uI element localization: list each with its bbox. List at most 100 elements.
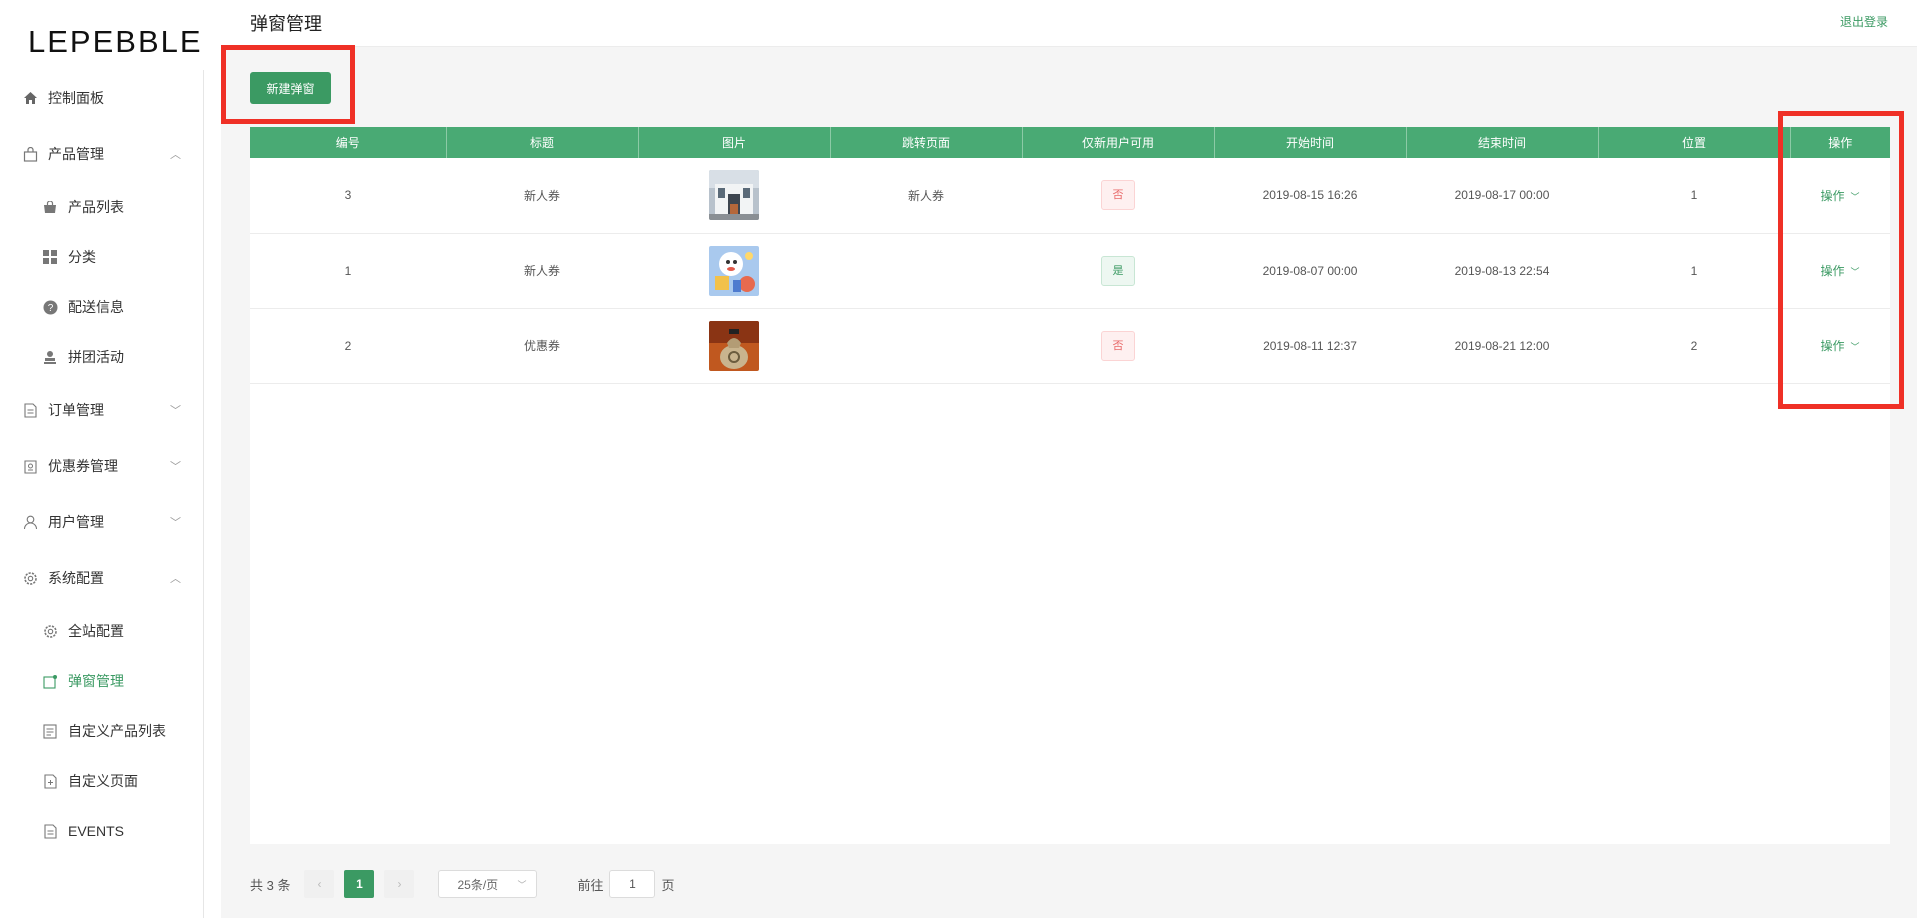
shopping-bag-icon — [42, 199, 58, 215]
column-header: 编号 — [250, 127, 447, 158]
svg-text:?: ? — [47, 303, 53, 314]
doc-icon — [42, 823, 58, 839]
sidebar-menu: 控制面板 产品管理 ︿ 产品列表 分类 ? 配送信息 拼团活动 订单管理 ﹀ 优… — [0, 70, 203, 856]
cartoon-illustration — [709, 245, 759, 296]
column-header: 图片 — [638, 127, 831, 158]
sidebar-item-label: 拼团活动 — [68, 349, 124, 365]
chevron-up-icon: ︿ — [170, 573, 181, 585]
cell-image — [638, 308, 830, 384]
cell-title: 优惠券 — [446, 308, 638, 384]
sidebar-item-label: 产品列表 — [68, 199, 124, 215]
sidebar-item-label: EVENTS — [68, 823, 125, 839]
column-header: 标题 — [446, 127, 639, 158]
sidebar-item-label: 优惠券管理 — [48, 458, 118, 474]
sidebar-item-products[interactable]: 产品管理 ︿ — [0, 126, 203, 182]
cell-start-time: 2019-08-07 00:00 — [1214, 233, 1406, 309]
cell-end-time: 2019-08-13 22:54 — [1406, 233, 1598, 309]
table-row: 2 优惠券 否 2019-08-11 12:37 2019-08-21 12:0… — [250, 308, 1890, 384]
sidebar-item-custom-page[interactable]: 自定义页面 — [0, 756, 203, 806]
jump-suffix: 页 — [661, 877, 675, 893]
building-photo — [709, 170, 759, 221]
sidebar-item-label: 订单管理 — [48, 402, 104, 418]
bag-icon — [22, 146, 38, 162]
sidebar-item-label: 全站配置 — [68, 623, 124, 639]
cell-end-time: 2019-08-21 12:00 — [1406, 308, 1598, 384]
money-bag-photo — [709, 320, 759, 371]
sidebar: LEPEBBLE 控制面板 产品管理 ︿ 产品列表 分类 ? 配送信息 拼团活动 — [0, 0, 221, 918]
home-icon — [22, 90, 38, 106]
cell-start-time: 2019-08-11 12:37 — [1214, 308, 1406, 384]
cell-target: 新人券 — [830, 158, 1022, 234]
popup-table: 编号 标题 图片 跳转页面 仅新用户可用 开始时间 结束时间 位置 操作 3 新… — [250, 127, 1890, 844]
sidebar-item-label: 用户管理 — [48, 514, 104, 530]
sidebar-item-system-config[interactable]: 系统配置 ︿ — [0, 550, 203, 606]
gear-icon — [22, 570, 38, 586]
sidebar-item-label: 分类 — [68, 249, 96, 265]
cell-title: 新人券 — [446, 233, 638, 309]
sidebar-item-site-config[interactable]: 全站配置 — [0, 606, 203, 656]
cell-position: 2 — [1598, 308, 1790, 384]
prev-page-button[interactable]: ‹ — [304, 870, 335, 898]
sidebar-item-delivery[interactable]: ? 配送信息 — [0, 282, 203, 332]
cell-new-only: 是 — [1022, 233, 1214, 309]
cell-new-only: 否 — [1022, 308, 1214, 384]
sidebar-item-events[interactable]: EVENTS — [0, 806, 203, 856]
cell-id: 1 — [250, 233, 446, 309]
cell-id: 3 — [250, 158, 446, 234]
sidebar-item-product-list[interactable]: 产品列表 — [0, 182, 203, 232]
sidebar-item-category[interactable]: 分类 — [0, 232, 203, 282]
cell-target — [830, 233, 1022, 309]
column-header: 跳转页面 — [830, 127, 1023, 158]
sidebar-item-dashboard[interactable]: 控制面板 — [0, 70, 203, 126]
cell-position: 1 — [1598, 158, 1790, 234]
page-size-select[interactable]: 25条/页 ﹀ — [438, 870, 538, 898]
sidebar-item-orders[interactable]: 订单管理 ﹀ — [0, 382, 203, 438]
sidebar-item-popup-management[interactable]: 弹窗管理 — [0, 656, 203, 706]
sidebar-item-label: 自定义产品列表 — [68, 723, 166, 739]
sidebar-item-users[interactable]: 用户管理 ﹀ — [0, 494, 203, 550]
coupon-icon — [22, 458, 38, 474]
question-circle-icon: ? — [42, 299, 58, 315]
document-icon — [22, 402, 38, 418]
table-row: 3 新人券 新人券 否 2019-08-15 16:26 2019-08-17 … — [250, 158, 1890, 234]
main-content: 新建弹窗 编号 标题 图片 跳转页面 仅新用户可用 开始时间 结束时间 位置 操… — [221, 45, 1917, 918]
page-size-value: 25条/页 — [457, 877, 499, 892]
jump-page-input[interactable] — [609, 870, 656, 898]
grid-icon — [42, 249, 58, 265]
table-row: 1 新人券 是 2019-08-07 00:00 2019-08-13 22:5… — [250, 233, 1890, 309]
sidebar-item-coupons[interactable]: 优惠券管理 ﹀ — [0, 438, 203, 494]
jump-label: 前往 — [577, 877, 604, 893]
chevron-down-icon: ﹀ — [517, 879, 527, 890]
user-icon — [22, 514, 38, 530]
cell-title: 新人券 — [446, 158, 638, 234]
pagination: 共 3 条 ‹ 1 › 25条/页 ﹀ 前往 页 — [250, 869, 675, 899]
sidebar-item-label: 配送信息 — [68, 299, 124, 315]
highlight-box-action-column — [1778, 111, 1904, 409]
sidebar-item-label: 产品管理 — [48, 146, 104, 162]
highlight-box-new-button — [221, 45, 355, 124]
chevron-up-icon: ︿ — [170, 149, 181, 161]
cell-position: 1 — [1598, 233, 1790, 309]
status-badge: 否 — [1101, 330, 1135, 361]
column-header: 位置 — [1598, 127, 1791, 158]
sidebar-item-label: 系统配置 — [48, 570, 104, 586]
cell-image — [638, 233, 830, 309]
sidebar-item-label: 控制面板 — [48, 90, 104, 106]
app-logo: LEPEBBLE — [28, 24, 203, 59]
sidebar-item-group-buy[interactable]: 拼团活动 — [0, 332, 203, 382]
cell-image — [638, 158, 830, 234]
next-page-button[interactable]: › — [384, 870, 415, 898]
column-header: 仅新用户可用 — [1022, 127, 1215, 158]
sidebar-item-custom-product-list[interactable]: 自定义产品列表 — [0, 706, 203, 756]
total-count: 共 3 条 — [250, 877, 291, 893]
chevron-down-icon: ﹀ — [170, 517, 181, 529]
column-header: 结束时间 — [1406, 127, 1599, 158]
sidebar-divider — [203, 70, 204, 918]
status-badge: 否 — [1101, 180, 1135, 211]
logout-link[interactable]: 退出登录 — [1840, 13, 1888, 30]
cell-start-time: 2019-08-15 16:26 — [1214, 158, 1406, 234]
cell-id: 2 — [250, 308, 446, 384]
cell-target — [830, 308, 1022, 384]
gear-icon — [42, 623, 58, 639]
page-number-button[interactable]: 1 — [344, 870, 375, 898]
